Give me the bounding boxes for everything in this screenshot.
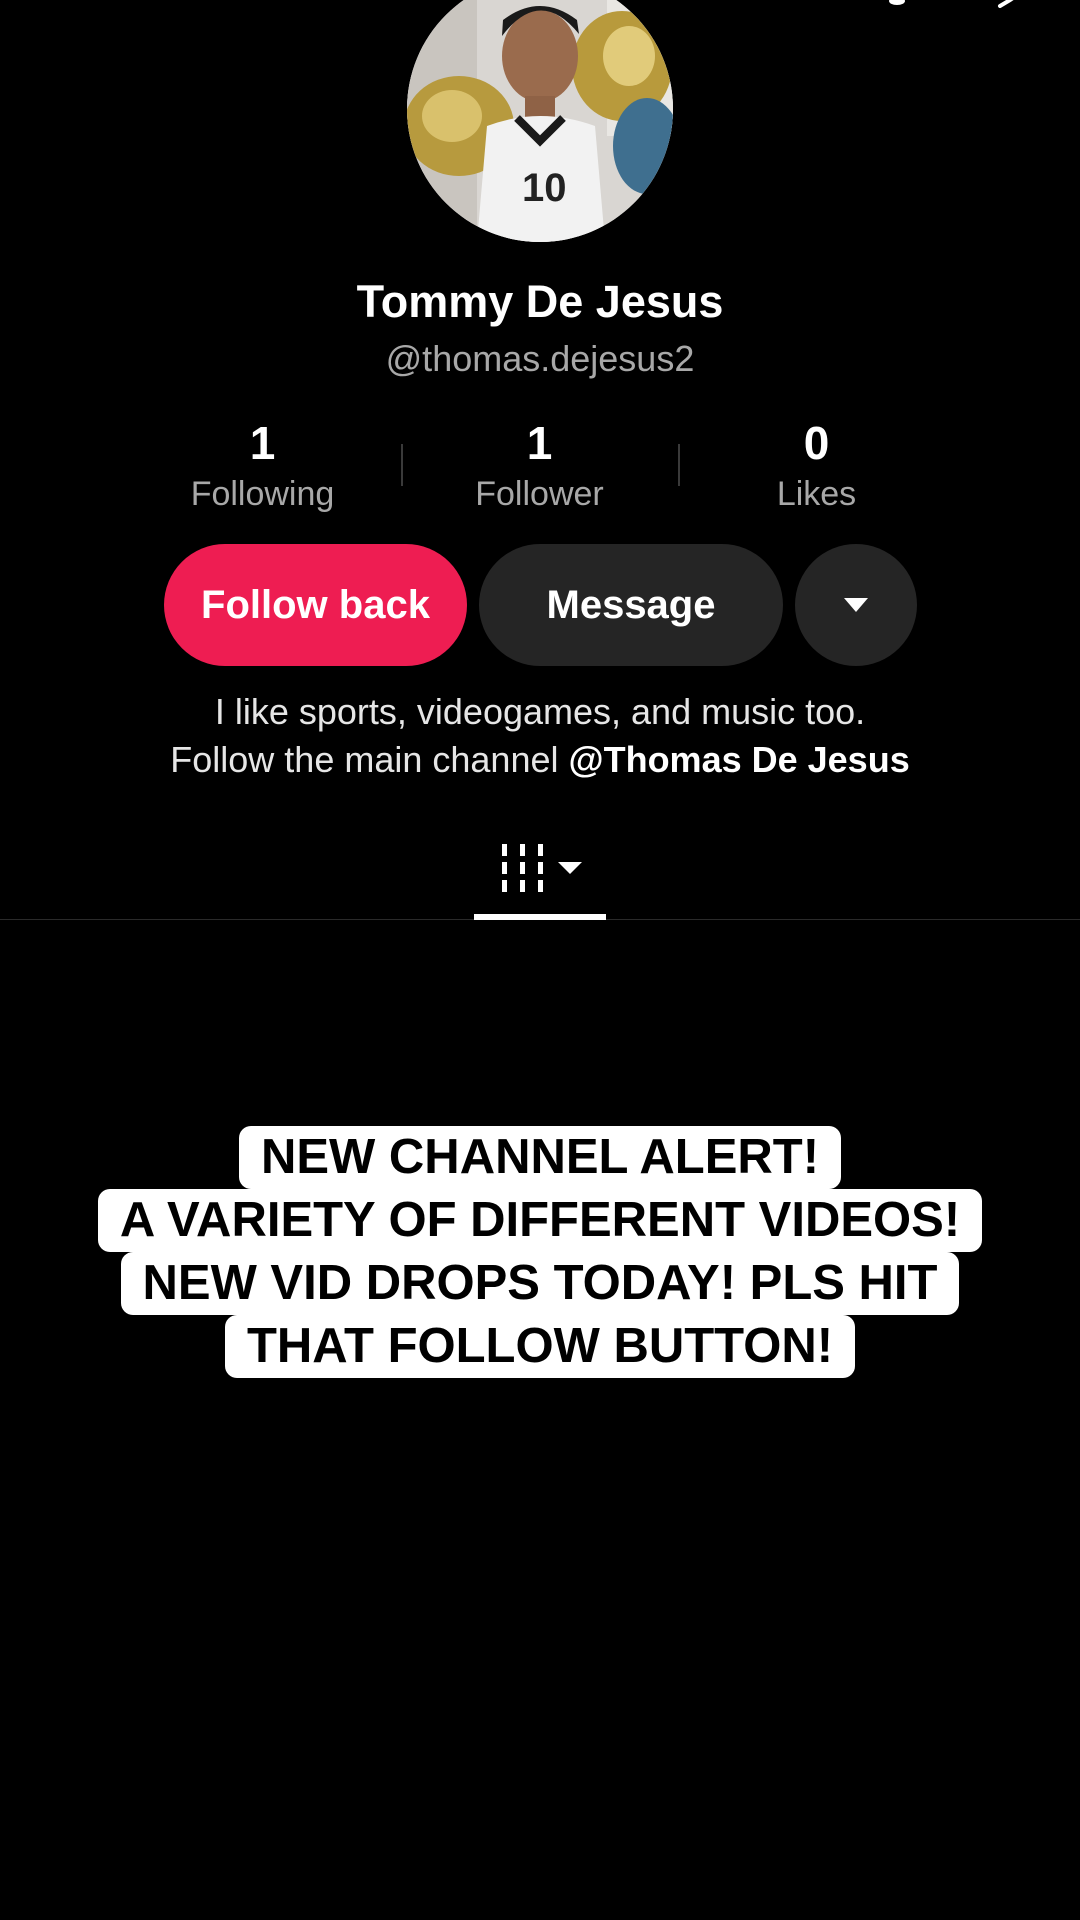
- content-tab-bar: [0, 818, 1080, 920]
- share-icon[interactable]: [996, 0, 1026, 8]
- stat-divider: [678, 444, 680, 486]
- stat-likes: 0 Likes: [678, 416, 955, 516]
- avatar[interactable]: 10: [407, 0, 673, 242]
- bell-icon[interactable]: [882, 0, 912, 8]
- active-tab-indicator: [474, 914, 606, 920]
- profile-screen: 10 Tommy De Jesus @thomas.dejesus2 1 Fol…: [0, 0, 1080, 1920]
- caption-line: NEW VID DROPS TODAY! PLS HIT: [120, 1252, 960, 1315]
- bio-line: I like sports, videogames, and music too…: [214, 691, 866, 732]
- chevron-left-icon[interactable]: [60, 0, 90, 8]
- stat-label: Following: [190, 475, 335, 513]
- caption-line: NEW CHANNEL ALERT!: [238, 1126, 842, 1189]
- svg-text:10: 10: [522, 166, 567, 210]
- stat-value: 1: [526, 417, 553, 469]
- bio: I like sports, videogames, and music too…: [0, 688, 1080, 784]
- stat-value: 0: [803, 417, 830, 469]
- grid-icon[interactable]: [474, 818, 606, 918]
- suggested-accounts-button[interactable]: [795, 544, 917, 666]
- stat-value: 1: [249, 417, 276, 469]
- stat-label: Likes: [776, 475, 857, 513]
- bio-text: Follow the main channel: [170, 739, 569, 780]
- stat-following[interactable]: 1 Following: [124, 416, 401, 516]
- bio-line: Follow the main channel @Thomas De Jesus: [0, 736, 1080, 784]
- caption-line: A VARIETY OF DIFFERENT VIDEOS!: [97, 1189, 983, 1252]
- display-name: Tommy De Jesus: [356, 276, 724, 327]
- follow-back-button[interactable]: Follow back: [164, 544, 467, 666]
- username: @thomas.dejesus2: [385, 338, 695, 379]
- caption-line: THAT FOLLOW BUTTON!: [224, 1315, 856, 1378]
- caret-down-icon: [844, 598, 868, 612]
- stat-divider: [401, 444, 403, 486]
- video-caption-overlay: NEW CHANNEL ALERT! A VARIETY OF DIFFEREN…: [0, 1126, 1080, 1378]
- bio-mention-link[interactable]: @Thomas De Jesus: [568, 739, 909, 780]
- message-button[interactable]: Message: [479, 544, 783, 666]
- profile-photo: 10: [407, 0, 673, 242]
- stat-label: Follower: [475, 475, 604, 513]
- stat-followers[interactable]: 1 Follower: [401, 416, 678, 516]
- profile-stats: 1 Following 1 Follower 0 Likes: [124, 416, 956, 526]
